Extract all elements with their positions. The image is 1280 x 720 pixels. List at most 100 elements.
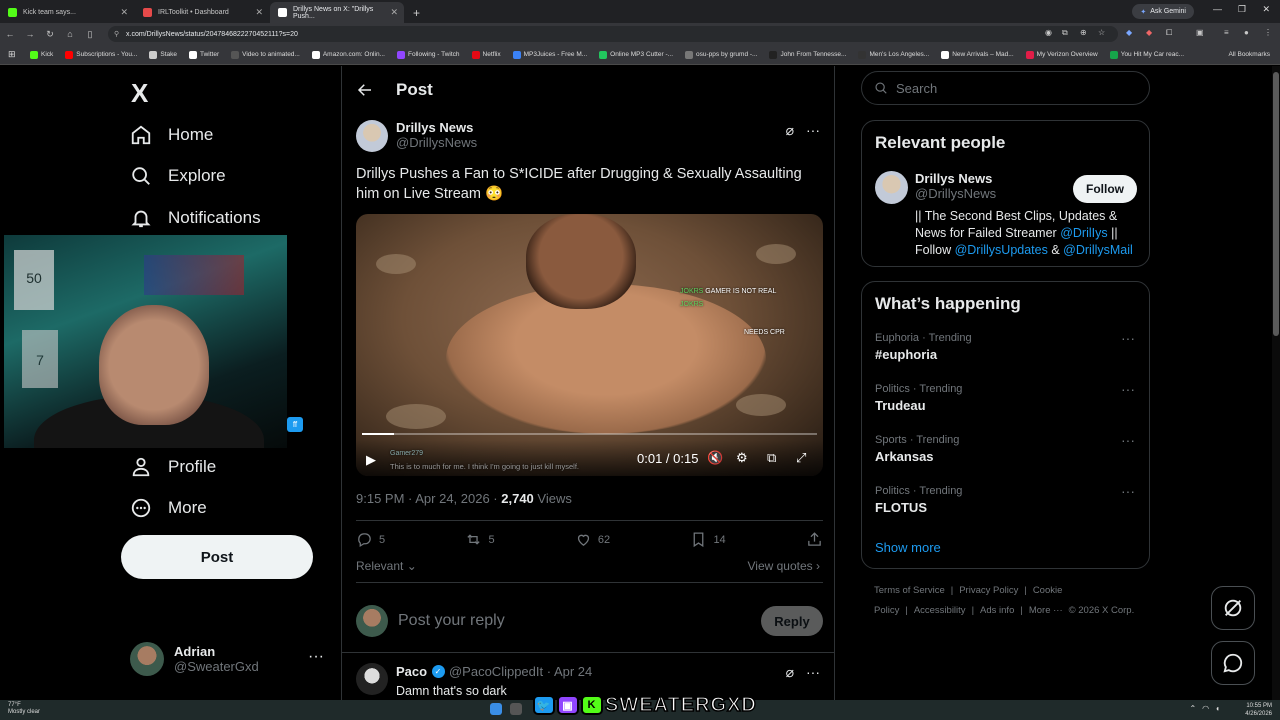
- start-windows-icon[interactable]: [490, 703, 502, 715]
- reply-author-name[interactable]: Paco: [396, 664, 427, 679]
- post-author[interactable]: Drillys News @DrillysNews: [356, 120, 477, 152]
- trend-item[interactable]: Euphoria · Trending #euphoria ···: [875, 330, 1137, 362]
- location-icon[interactable]: ◉: [1045, 28, 1052, 37]
- bookmark-item[interactable]: Subscriptions - You...: [65, 50, 137, 59]
- reply-action[interactable]: 5: [356, 531, 385, 548]
- all-bookmarks-folder[interactable]: All Bookmarks: [1228, 51, 1270, 58]
- ask-gemini-button[interactable]: ✦ Ask Gemini: [1132, 4, 1194, 19]
- bookmark-item[interactable]: MP3Juices - Free M...: [512, 50, 587, 59]
- bookmark-star-icon[interactable]: ☆: [1098, 28, 1105, 37]
- reply-input[interactable]: Post your reply: [398, 612, 505, 630]
- back-icon[interactable]: ←: [0, 29, 20, 39]
- author-handle[interactable]: @DrillysNews: [396, 135, 477, 150]
- trend-item[interactable]: Politics · Trending Trudeau ···: [875, 381, 1137, 413]
- video-player[interactable]: JOKRS GAMER IS NOT REAL JOKRS NEEDS CPR …: [356, 214, 823, 476]
- minimize-icon[interactable]: —: [1213, 4, 1222, 14]
- bookmark-item[interactable]: Amazon.com: Onlin...: [311, 50, 385, 59]
- fullscreen-icon[interactable]: ⤢: [796, 450, 806, 466]
- bookmark-item[interactable]: Netflix: [471, 50, 501, 59]
- bookmark-action[interactable]: 14: [690, 531, 726, 548]
- new-tab-button[interactable]: +: [405, 2, 428, 23]
- avatar[interactable]: [356, 120, 388, 152]
- grok-button[interactable]: [1211, 586, 1255, 630]
- bookmark-item[interactable]: John From Tennesse...: [769, 50, 846, 59]
- bio-link[interactable]: @DrillysUpdates: [955, 243, 1048, 257]
- taskbar-clock[interactable]: 10:55 PM 4/26/2026: [1245, 702, 1272, 718]
- bookmark-item[interactable]: Video to animated...: [231, 50, 300, 59]
- footer-link[interactable]: Privacy Policy: [959, 585, 1018, 596]
- downloads-icon[interactable]: ≡: [1224, 28, 1229, 37]
- settings-gear-icon[interactable]: ⚙: [736, 450, 748, 466]
- profile-avatar-icon[interactable]: ●: [1244, 28, 1249, 37]
- weather-widget[interactable]: 77°F Mostly clear: [8, 702, 40, 716]
- more-dots-icon[interactable]: ···: [1121, 483, 1135, 499]
- grok-icon[interactable]: ⌀: [786, 664, 794, 681]
- bookmark-item[interactable]: Following - Twitch: [396, 50, 460, 59]
- tab-search-icon[interactable]: ▣: [1196, 28, 1204, 37]
- browser-menu-icon[interactable]: ⋮: [1264, 28, 1272, 37]
- avatar[interactable]: [356, 663, 388, 695]
- close-window-icon[interactable]: ✕: [1262, 4, 1270, 15]
- browser-tab-kick[interactable]: Kick team says... ✕: [0, 2, 134, 23]
- home-browser-icon[interactable]: ⌂: [60, 29, 80, 39]
- follow-button[interactable]: Follow: [1073, 175, 1137, 203]
- repost-action[interactable]: 5: [465, 531, 495, 548]
- search-input[interactable]: Search: [861, 71, 1150, 105]
- more-dots-icon[interactable]: ···: [1121, 330, 1135, 346]
- bookmark-item[interactable]: Kick: [30, 50, 53, 59]
- more-dots-icon[interactable]: ···: [1121, 381, 1135, 397]
- reply-button[interactable]: Reply: [761, 606, 823, 636]
- footer-link[interactable]: Terms of Service: [874, 585, 945, 596]
- account-switcher[interactable]: Adrian @SweaterGxd ···: [130, 642, 324, 676]
- apps-grid-icon[interactable]: ⊞: [8, 49, 16, 60]
- bookmark-item[interactable]: Online MP3 Cutter -...: [599, 50, 673, 59]
- bookmark-item[interactable]: New Arrivals – Mad...: [941, 50, 1014, 59]
- reload-icon[interactable]: ↻: [40, 29, 60, 40]
- more-dots-icon[interactable]: ···: [806, 664, 820, 681]
- messages-button[interactable]: [1211, 641, 1255, 685]
- browser-tab-irltoolkit[interactable]: IRLToolkit • Dashboard ✕: [135, 2, 269, 23]
- extension-icon[interactable]: ◆: [1146, 28, 1152, 37]
- post-button[interactable]: Post: [121, 535, 313, 579]
- extensions-puzzle-icon[interactable]: ⧠: [1166, 28, 1172, 38]
- like-action[interactable]: 62: [575, 531, 610, 548]
- chevron-up-icon[interactable]: ⌃: [1189, 704, 1196, 713]
- trend-item[interactable]: Sports · Trending Arkansas ···: [875, 432, 1137, 464]
- x-logo-icon[interactable]: X: [131, 78, 148, 109]
- close-tab-icon[interactable]: ✕: [390, 7, 398, 18]
- more-dots-icon[interactable]: ···: [308, 648, 324, 666]
- video-progress-bar[interactable]: [362, 433, 817, 435]
- nav-home[interactable]: Home: [130, 124, 213, 146]
- reply-author-handle[interactable]: @PacoClippedIt · Apr 24: [449, 664, 592, 679]
- nav-notifications[interactable]: Notifications: [130, 207, 261, 229]
- sidebar-toggle-icon[interactable]: ▯: [80, 29, 100, 40]
- close-tab-icon[interactable]: ✕: [120, 7, 128, 18]
- nav-explore[interactable]: Explore: [130, 165, 226, 187]
- zoom-icon[interactable]: ⊕: [1080, 28, 1087, 37]
- bio-link[interactable]: @DrilIys: [1060, 226, 1107, 240]
- wifi-icon[interactable]: ◠: [1202, 704, 1209, 713]
- close-tab-icon[interactable]: ✕: [255, 7, 263, 18]
- footer-link[interactable]: © 2026 X Corp.: [1069, 605, 1135, 616]
- page-scrollbar[interactable]: [1272, 66, 1280, 700]
- bookmark-item[interactable]: osu-pps by grumd -...: [685, 50, 757, 59]
- author-name[interactable]: Drillys News: [396, 120, 477, 135]
- nav-more[interactable]: More: [130, 497, 207, 519]
- footer-link[interactable]: More ···: [1029, 605, 1063, 616]
- bookmark-item[interactable]: You Hit My Car reac...: [1109, 50, 1184, 59]
- maximize-icon[interactable]: ❐: [1238, 4, 1246, 15]
- view-quotes-link[interactable]: View quotes ›: [748, 559, 821, 573]
- volume-icon[interactable]: ◖: [1215, 704, 1220, 713]
- more-dots-icon[interactable]: ···: [1121, 432, 1135, 448]
- grok-icon[interactable]: ⌀: [786, 122, 794, 139]
- person-handle[interactable]: @DrillysNews: [915, 186, 996, 201]
- bio-link[interactable]: @DrillysMail: [1063, 243, 1133, 257]
- show-more-link[interactable]: Show more: [875, 540, 941, 555]
- share-action[interactable]: [806, 531, 823, 548]
- pip-icon[interactable]: ⧉: [767, 450, 776, 466]
- url-bar[interactable]: ⚲ x.com/DrillysNews/status/2047846822270…: [108, 26, 1118, 42]
- person-name[interactable]: Drillys News: [915, 171, 996, 186]
- bookmark-item[interactable]: My Verizon Overview: [1025, 50, 1098, 59]
- trend-item[interactable]: Politics · Trending FLOTUS ···: [875, 483, 1137, 515]
- play-icon[interactable]: ▶: [366, 452, 376, 468]
